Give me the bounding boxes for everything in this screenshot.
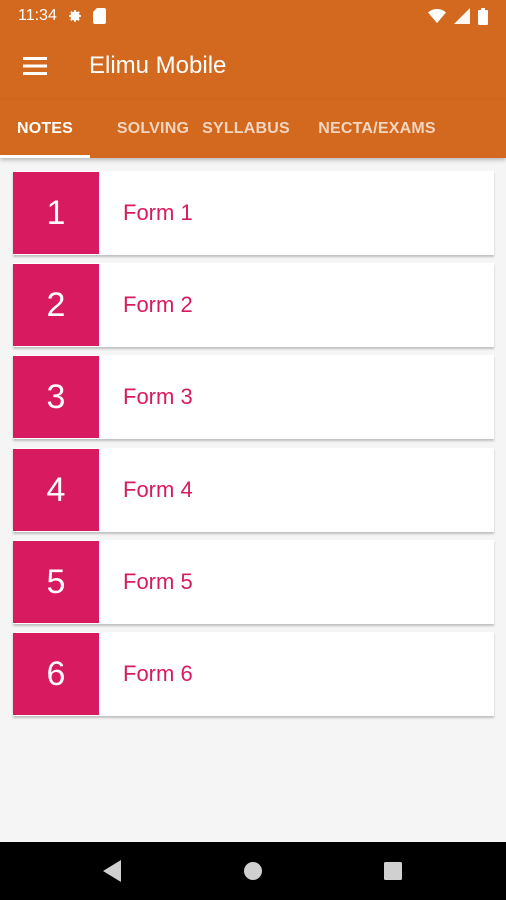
app-title: Elimu Mobile (89, 52, 227, 79)
status-right (428, 7, 488, 25)
tab-syllabus[interactable]: SYLLABUS (191, 100, 301, 158)
status-left: 11:34 (18, 7, 106, 25)
list-item-form-4[interactable]: 4 Form 4 (13, 448, 494, 532)
status-bar: 11:34 (0, 0, 506, 32)
list-item-form-6[interactable]: 6 Form 6 (13, 632, 494, 716)
status-time: 11:34 (18, 7, 57, 24)
list-item-form-3[interactable]: 3 Form 3 (13, 355, 494, 439)
recents-icon[interactable] (363, 842, 423, 900)
gear-icon (67, 8, 83, 24)
list-item-form-2[interactable]: 2 Form 2 (13, 263, 494, 347)
form-label: Form 2 (123, 292, 193, 317)
battery-icon (478, 7, 488, 25)
cell-signal-icon (454, 8, 470, 24)
form-number-badge: 2 (13, 264, 99, 346)
home-icon[interactable] (223, 842, 283, 900)
form-label: Form 6 (123, 661, 193, 686)
system-nav-bar (0, 842, 506, 900)
form-label: Form 1 (123, 200, 193, 225)
list-item-form-1[interactable]: 1 Form 1 (13, 171, 494, 255)
form-label: Form 3 (123, 384, 193, 409)
list-item-form-5[interactable]: 5 Form 5 (13, 540, 494, 624)
form-label: Form 4 (123, 477, 193, 502)
wifi-icon (428, 9, 446, 23)
back-icon[interactable] (83, 842, 143, 900)
form-number-badge: 1 (13, 172, 99, 254)
form-label: Form 5 (123, 569, 193, 594)
tab-bar: NOTES SOLVING SYLLABUS NECTA/EXAMS (0, 100, 506, 158)
form-number-badge: 5 (13, 541, 99, 623)
sd-card-icon (92, 8, 106, 24)
tab-notes[interactable]: NOTES (0, 100, 90, 158)
form-number-badge: 4 (13, 449, 99, 531)
hamburger-menu-icon[interactable] (0, 32, 70, 100)
form-number-badge: 6 (13, 633, 99, 715)
app-bar: Elimu Mobile (0, 32, 506, 100)
form-number-badge: 3 (13, 356, 99, 438)
tab-necta-exams[interactable]: NECTA/EXAMS (306, 100, 448, 158)
tab-indicator (0, 155, 90, 158)
